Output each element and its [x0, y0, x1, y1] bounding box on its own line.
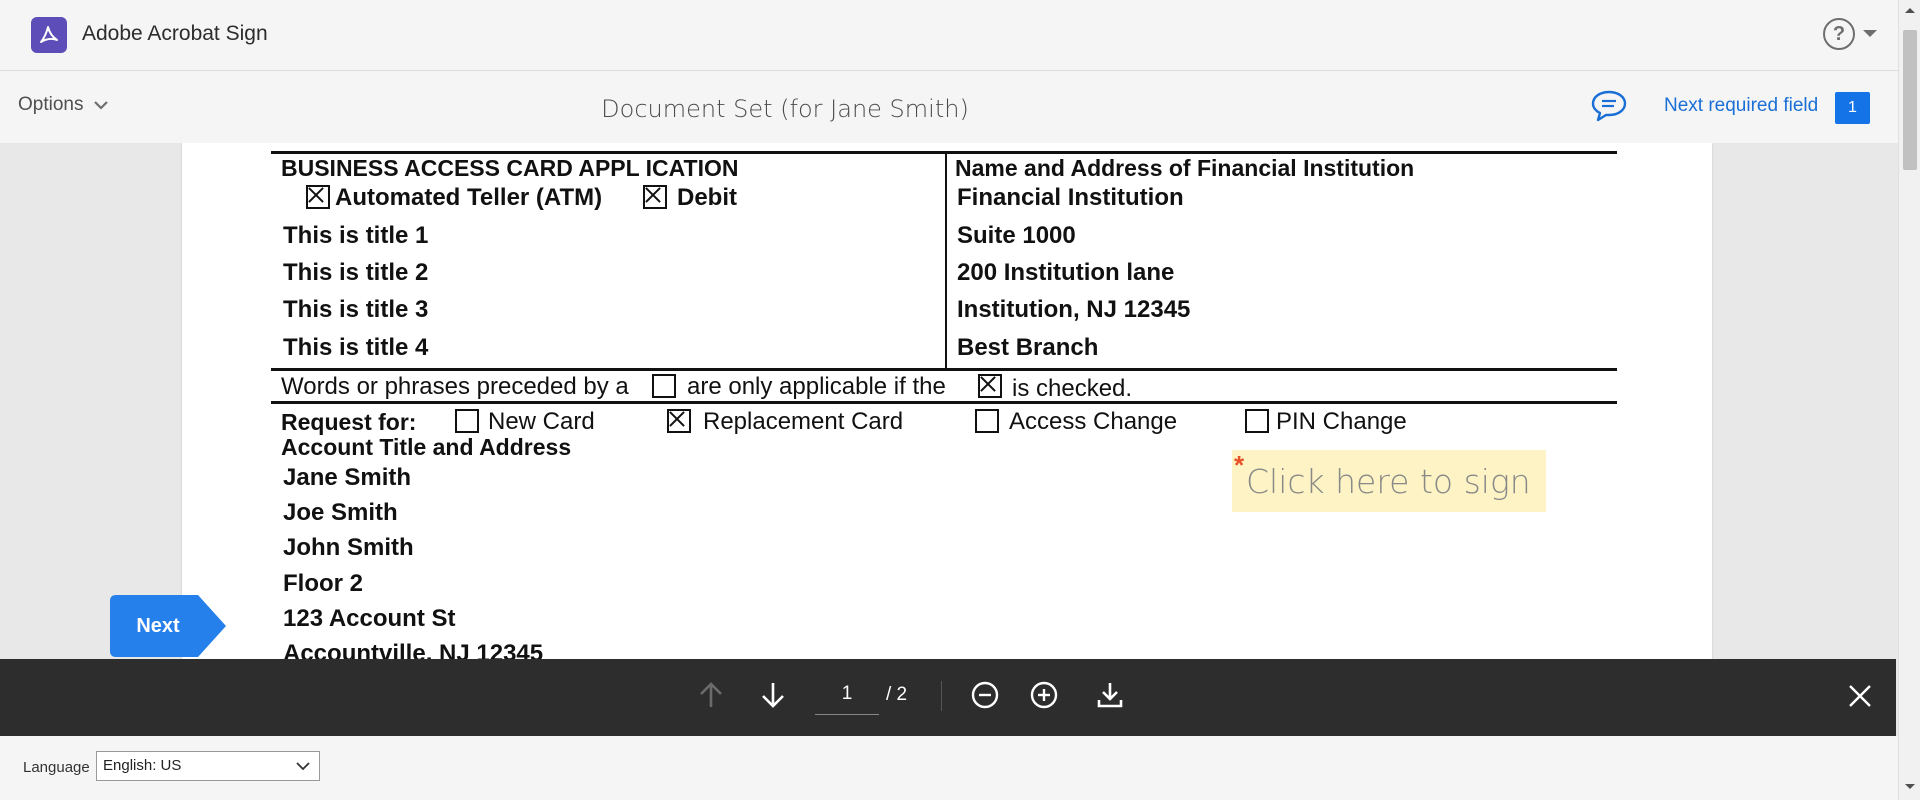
- document-toolbar: Options Document Set (for Jane Smith) Ne…: [0, 71, 1898, 143]
- next-field-button[interactable]: Next: [110, 595, 226, 657]
- document-viewer[interactable]: BUSINESS ACCESS CARD APPL ICATION Automa…: [0, 143, 1896, 659]
- atm-checkbox[interactable]: [306, 185, 330, 209]
- form-divider: [945, 151, 947, 369]
- institution-line: Best Branch: [957, 334, 1099, 361]
- form-divider: [271, 151, 1617, 154]
- note-empty-box: [652, 374, 676, 398]
- request-for-label: Request for:: [281, 409, 417, 435]
- account-line: Floor 2: [283, 570, 364, 597]
- institution-line: Suite 1000: [957, 222, 1076, 249]
- account-line: Accountville, NJ 12345: [283, 640, 544, 659]
- form-header-left: BUSINESS ACCESS CARD APPL ICATION: [281, 155, 739, 181]
- signature-field[interactable]: * Click here to sign: [1232, 450, 1546, 512]
- form-header-right: Name and Address of Financial Institutio…: [955, 155, 1415, 181]
- pin-change-checkbox[interactable]: [1245, 409, 1269, 433]
- arrow-down-icon[interactable]: [757, 679, 789, 716]
- app-header: Adobe Acrobat Sign ?: [0, 0, 1898, 71]
- request-option-label: PIN Change: [1276, 408, 1407, 435]
- page-total: / 2: [886, 684, 908, 705]
- zoom-out-icon[interactable]: [969, 679, 1001, 716]
- language-label: Language: [23, 759, 90, 776]
- account-line: 123 Account St: [283, 605, 456, 632]
- title-line: This is title 4: [283, 334, 429, 361]
- form-divider: [271, 401, 1617, 404]
- page-scrollbar[interactable]: [1898, 0, 1920, 800]
- scrollbar-thumb[interactable]: [1903, 30, 1917, 170]
- new-card-checkbox[interactable]: [455, 409, 479, 433]
- help-menu-chevron-icon[interactable]: [1863, 30, 1877, 37]
- page-number-input[interactable]: [815, 674, 879, 715]
- title-line: This is title 3: [283, 296, 429, 323]
- toolbar-separator: [941, 681, 942, 711]
- request-option-label: Replacement Card: [703, 408, 904, 435]
- next-button-label: Next: [136, 615, 180, 637]
- account-line: John Smith: [283, 534, 414, 561]
- institution-line: Financial Institution: [957, 184, 1184, 211]
- replacement-card-checkbox[interactable]: [667, 409, 691, 433]
- language-value: English: US: [103, 757, 182, 774]
- account-line: Jane Smith: [283, 464, 412, 491]
- account-line: Joe Smith: [283, 499, 398, 526]
- access-change-checkbox[interactable]: [975, 409, 999, 433]
- form-divider: [271, 368, 1617, 371]
- acrobat-logo-icon: [31, 17, 67, 53]
- institution-line: Institution, NJ 12345: [957, 296, 1191, 323]
- document-title: Document Set (for Jane Smith): [601, 95, 969, 123]
- required-field-count-badge[interactable]: 1: [1835, 92, 1870, 124]
- note-text: are only applicable if the: [687, 373, 946, 400]
- language-footer: Language English: US: [0, 736, 1898, 800]
- chevron-down-icon: [296, 762, 310, 771]
- account-header: Account Title and Address: [281, 434, 572, 460]
- title-line: This is title 1: [283, 222, 429, 249]
- download-icon[interactable]: [1094, 679, 1126, 716]
- scroll-up-arrow-icon[interactable]: [1905, 8, 1915, 13]
- debit-label: Debit: [677, 184, 737, 211]
- scroll-down-arrow-icon[interactable]: [1905, 784, 1915, 789]
- request-option-label: Access Change: [1009, 408, 1178, 435]
- required-marker: *: [1234, 450, 1245, 480]
- signature-field-label: Click here to sign: [1246, 462, 1531, 501]
- help-icon[interactable]: ?: [1823, 18, 1855, 50]
- language-select[interactable]: English: US: [96, 751, 320, 781]
- zoom-in-icon[interactable]: [1028, 679, 1060, 716]
- document-page: BUSINESS ACCESS CARD APPL ICATION Automa…: [182, 143, 1712, 659]
- note-checked-box: [978, 374, 1002, 398]
- note-text: is checked.: [1012, 375, 1133, 402]
- comment-icon[interactable]: [1590, 89, 1628, 128]
- page-navigation-bar: / 2: [0, 659, 1896, 736]
- note-text: Words or phrases preceded by a: [281, 373, 629, 400]
- arrow-up-icon[interactable]: [695, 679, 727, 716]
- atm-label: Automated Teller (ATM): [335, 184, 603, 211]
- institution-line: 200 Institution lane: [957, 259, 1175, 286]
- next-required-field-link[interactable]: Next required field: [1664, 95, 1818, 117]
- close-icon[interactable]: [1846, 682, 1874, 715]
- title-line: This is title 2: [283, 259, 429, 286]
- debit-checkbox[interactable]: [643, 185, 667, 209]
- request-option-label: New Card: [488, 408, 595, 435]
- app-title: Adobe Acrobat Sign: [82, 22, 268, 45]
